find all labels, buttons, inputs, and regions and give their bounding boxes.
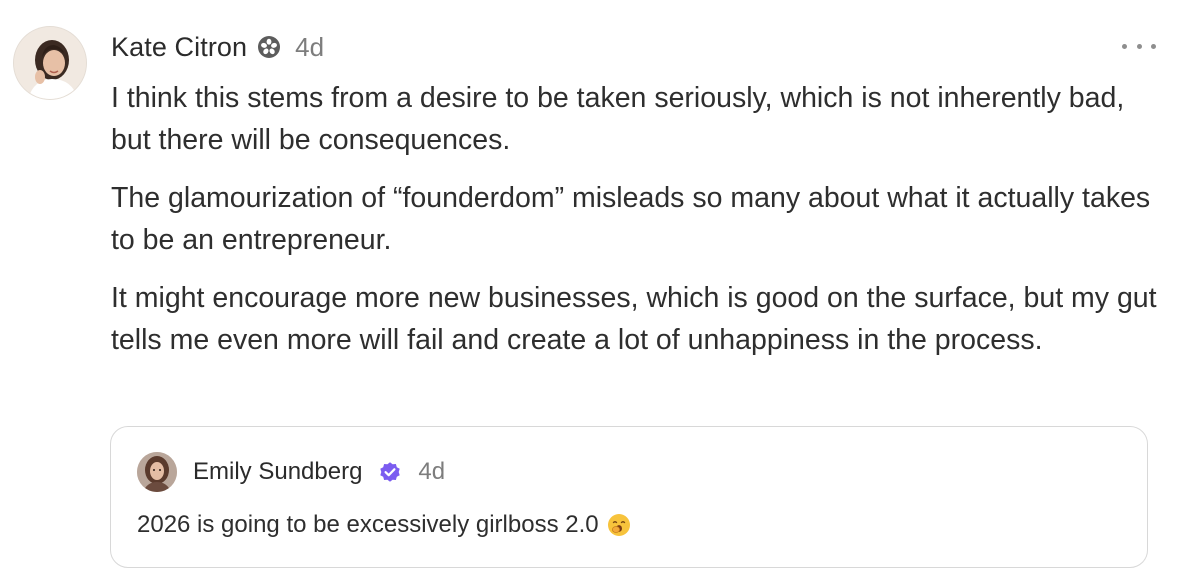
dot [1151,43,1156,49]
post-paragraph: It might encourage more new businesses, … [111,282,1157,356]
post-header: Kate Citron 4d [111,26,324,68]
quoted-author-name[interactable]: Emily Sundberg [193,458,362,486]
dot [1136,43,1142,49]
quoted-post-body: 2026 is going to be excessively girlboss… [137,511,599,538]
profile-photo [137,452,177,492]
post: Kate Citron 4d I think this stems from a… [0,0,1196,588]
quoted-author-avatar[interactable] [137,452,177,492]
post-paragraph: I think this stems from a desire to be t… [111,82,1125,156]
quoted-post-timestamp[interactable]: 4d [418,458,445,486]
quoted-post-text: 2026 is going to be excessively girlboss… [137,509,631,541]
post-body: I think this stems from a desire to be t… [111,77,1161,377]
profile-photo [14,27,86,99]
post-paragraph: The glamourization of “founderdom” misle… [111,182,1151,256]
author-name[interactable]: Kate Citron [111,32,247,63]
ellipsis-icon[interactable] [1122,36,1156,56]
quoted-post-card[interactable]: Emily Sundberg 4d 2026 is going to be ex… [110,426,1148,568]
verified-check-icon [378,460,402,484]
flower-badge-icon[interactable] [257,35,281,59]
yawning-face-emoji-icon [607,513,631,537]
dot [1122,43,1127,49]
post-timestamp[interactable]: 4d [295,32,324,63]
quoted-post-header: Emily Sundberg 4d [193,452,445,492]
author-avatar[interactable] [14,27,86,99]
